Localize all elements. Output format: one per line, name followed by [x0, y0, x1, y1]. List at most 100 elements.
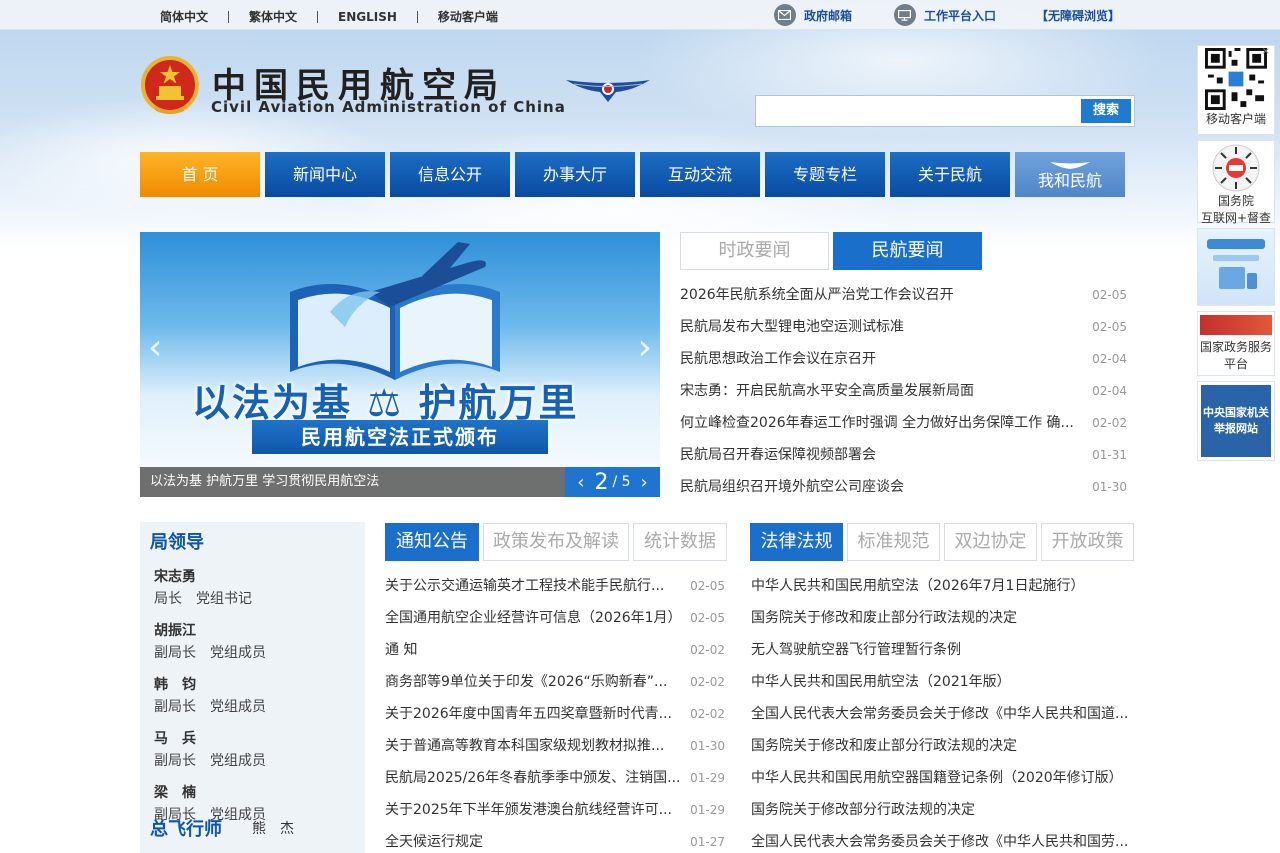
mini-program-code-icon: [1212, 144, 1260, 192]
carousel-caption[interactable]: 以法为基 护航万里 学习贯彻民用航空法: [140, 467, 565, 497]
lang-traditional-link[interactable]: 繁体中文: [249, 8, 297, 25]
list-item[interactable]: 关于普通高等教育本科国家级规划教材拟推... 01-30: [385, 730, 725, 762]
list-item[interactable]: 宋志勇：开启民航高水平安全高质量发展新局面 02-04: [680, 375, 1127, 407]
news-list: 2026年民航系统全面从严治党工作会议召开 02-05 民航局发布大型锂电池空运测…: [680, 279, 1127, 503]
gov-service-label-1: 国家政务服务: [1199, 340, 1272, 354]
leader-entry[interactable]: 宋志勇 局长 党组书记: [140, 566, 365, 608]
leaders-heading: 局领导: [150, 532, 204, 553]
tab-open-policy[interactable]: 开放政策: [1041, 523, 1134, 561]
chevron-left-icon[interactable]: ‹: [577, 472, 584, 493]
top-bar: 简体中文 繁体中文 ENGLISH 移动客户端 政府邮箱 工作平台入口 【无障碍…: [0, 0, 1280, 30]
nav-news-center[interactable]: 新闻中心: [265, 152, 385, 197]
list-item[interactable]: 关于公示交通运输英才工程技术能手民航行... 02-05: [385, 570, 725, 602]
carousel-pager: ‹ 2 / 5 ›: [565, 467, 660, 497]
carousel-next-arrow[interactable]: ›: [638, 327, 652, 368]
leader-name: 韩 钧: [154, 677, 196, 693]
list-item[interactable]: 通 知 02-02: [385, 634, 725, 666]
mobile-client-card[interactable]: × 移动客户端: [1197, 45, 1275, 135]
search-bar: 搜索: [755, 95, 1135, 127]
search-button[interactable]: 搜索: [1081, 99, 1131, 123]
nav-me-and-aviation[interactable]: 我和民航: [1015, 152, 1125, 197]
list-item[interactable]: 中华人民共和国民用航空器国籍登记条例（2020年修订版）: [751, 762, 1136, 794]
leader-title: 副局长 党组成员: [154, 699, 266, 715]
list-item[interactable]: 全天候运行规定 01-27: [385, 826, 725, 853]
nav-special-topics[interactable]: 专题专栏: [765, 152, 885, 197]
notice-tabs: 通知公告 政策发布及解读 统计数据: [385, 523, 731, 561]
lang-english-link[interactable]: ENGLISH: [338, 10, 397, 24]
chief-pilot[interactable]: 总飞行师 熊 杰: [150, 815, 294, 841]
list-item[interactable]: 国务院关于修改和废止部分行政法规的决定: [751, 602, 1136, 634]
list-item[interactable]: 国务院关于修改和废止部分行政法规的决定: [751, 730, 1136, 762]
airplane-book-illustration: [290, 242, 500, 380]
accessibility-link[interactable]: 【无障碍浏览】: [1036, 7, 1120, 24]
notice-date: 01-29: [690, 771, 725, 785]
leader-entry[interactable]: 胡振江 副局长 党组成员: [140, 620, 365, 662]
slide-subtitle: 民用航空法正式颁布: [252, 420, 548, 454]
tab-policy-release[interactable]: 政策发布及解读: [483, 523, 629, 561]
list-item[interactable]: 民航思想政治工作会议在京召开 02-04: [680, 343, 1127, 375]
notice-title: 商务部等9单位关于印发《2026“乐购新春”...: [385, 674, 668, 690]
list-item[interactable]: 2026年民航系统全面从严治党工作会议召开 02-05: [680, 279, 1127, 311]
list-item[interactable]: 关于2026年度中国青年五四奖章暨新时代青... 02-02: [385, 698, 725, 730]
search-input[interactable]: [760, 97, 1080, 125]
list-item[interactable]: 民航局组织召开境外航空公司座谈会 01-30: [680, 471, 1127, 503]
report-website-card[interactable]: 中央国家机关 举报网站: [1197, 381, 1275, 461]
gov-service-platform-card[interactable]: 国家政务服务 平台: [1197, 311, 1275, 376]
tab-laws[interactable]: 法律法规: [750, 523, 843, 561]
tab-notices[interactable]: 通知公告: [385, 523, 479, 561]
tab-bilateral[interactable]: 双边协定: [944, 523, 1037, 561]
notice-date: 01-30: [690, 739, 725, 753]
tab-political-news[interactable]: 时政要闻: [680, 232, 829, 270]
caac-wing-logo: [566, 80, 650, 102]
leader-entry[interactable]: 韩 钧 副局长 党组成员: [140, 674, 365, 716]
notice-date: 01-27: [690, 835, 725, 849]
work-platform-link[interactable]: 工作平台入口: [893, 4, 996, 26]
chief-pilot-label: 总飞行师: [150, 819, 222, 840]
list-item[interactable]: 中华人民共和国民用航空法（2026年7月1日起施行）: [751, 570, 1136, 602]
gov-mail-link[interactable]: 政府邮箱: [773, 4, 852, 26]
mobile-client-link[interactable]: 移动客户端: [438, 8, 498, 25]
list-item[interactable]: 国务院关于修改部分行政法规的决定: [751, 794, 1136, 826]
gov-supervision-card[interactable]: 国务院 互联网+督查: [1197, 140, 1275, 225]
notice-title: 关于2026年度中国青年五四奖章暨新时代青...: [385, 706, 672, 722]
news-title: 民航局组织召开境外航空公司座谈会: [680, 479, 904, 495]
news-date: 02-02: [1092, 416, 1127, 430]
list-item[interactable]: 全国人民代表大会常务委员会关于修改《中华人民共和国劳...: [751, 826, 1136, 853]
list-item[interactable]: 中华人民共和国民用航空法（2021年版）: [751, 666, 1136, 698]
nav-home[interactable]: 首 页: [140, 152, 260, 197]
list-item[interactable]: 关于2025年下半年颁发港澳台航线经营许可... 01-29: [385, 794, 725, 826]
national-emblem-logo: [141, 56, 199, 114]
close-icon[interactable]: ×: [1262, 46, 1270, 57]
news-title: 民航局召开春运保障视频部署会: [680, 447, 876, 463]
carousel-current-page: 2: [594, 469, 609, 495]
nav-service-hall[interactable]: 办事大厅: [515, 152, 635, 197]
news-carousel[interactable]: ‹ › 以法为基 ⚖ 护航万里 民用航空法正式颁布 以法为基 护航万里 学习贯彻…: [140, 232, 660, 497]
list-item[interactable]: 商务部等9单位关于印发《2026“乐购新春”... 02-02: [385, 666, 725, 698]
list-item[interactable]: 全国通用航空企业经营许可信息（2026年1月） 02-05: [385, 602, 725, 634]
chevron-right-icon[interactable]: ›: [641, 472, 648, 493]
divider: [317, 10, 319, 23]
leader-entry[interactable]: 马 兵 副局长 党组成员: [140, 728, 365, 770]
notice-title: 关于公示交通运输英才工程技术能手民航行...: [385, 578, 665, 594]
list-item[interactable]: 全国人民代表大会常务委员会关于修改《中华人民共和国道...: [751, 698, 1136, 730]
list-item[interactable]: 民航局召开春运保障视频部署会 01-31: [680, 439, 1127, 471]
carousel-prev-arrow[interactable]: ‹: [148, 327, 162, 368]
notice-list: 关于公示交通运输英才工程技术能手民航行... 02-05 全国通用航空企业经营许可…: [385, 570, 725, 853]
nav-about[interactable]: 关于民航: [890, 152, 1010, 197]
list-item[interactable]: 民航局2025/26年冬春航季季中颁发、注销国... 01-29: [385, 762, 725, 794]
news-title: 何立峰检查2026年春运工作时强调 全力做好出务保障工作 确...: [680, 415, 1074, 431]
mail-icon: [773, 4, 796, 26]
gov-banner-card[interactable]: [1197, 228, 1275, 306]
tab-standards[interactable]: 标准规范: [847, 523, 940, 561]
list-item[interactable]: 民航局发布大型锂电池空运测试标准 02-05: [680, 311, 1127, 343]
tab-aviation-news[interactable]: 民航要闻: [833, 232, 982, 270]
list-item[interactable]: 何立峰检查2026年春运工作时强调 全力做好出务保障工作 确... 02-02: [680, 407, 1127, 439]
list-item[interactable]: 无人驾驶航空器飞行管理暂行条例: [751, 634, 1136, 666]
notice-title: 民航局2025/26年冬春航季季中颁发、注销国...: [385, 770, 681, 786]
divider: [416, 10, 418, 23]
lang-simplified-link[interactable]: 简体中文: [160, 8, 208, 25]
nav-info-disclosure[interactable]: 信息公开: [390, 152, 510, 197]
notice-date: 02-02: [690, 675, 725, 689]
nav-interaction[interactable]: 互动交流: [640, 152, 760, 197]
tab-statistics[interactable]: 统计数据: [633, 523, 727, 561]
